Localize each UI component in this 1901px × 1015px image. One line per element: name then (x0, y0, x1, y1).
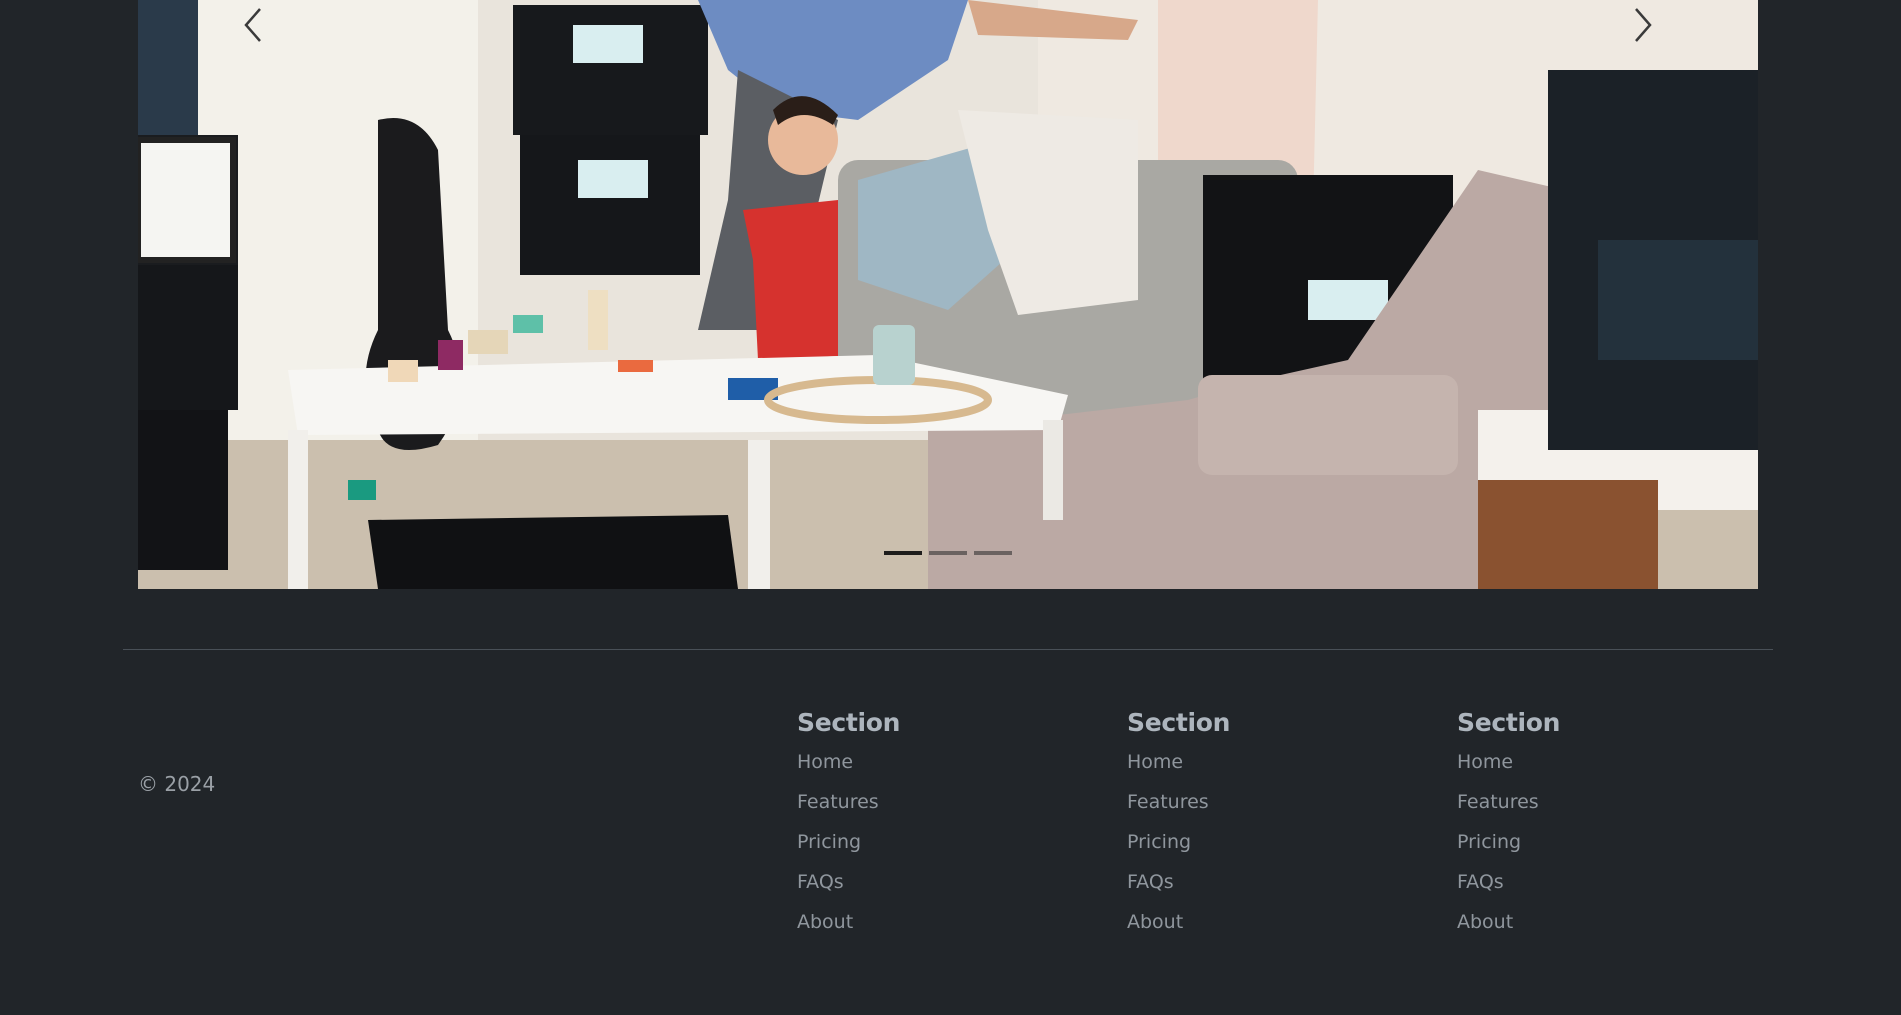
footer-link-home[interactable]: Home (1457, 751, 1513, 773)
footer-link-about[interactable]: About (797, 911, 853, 933)
footer-link-home[interactable]: Home (1127, 751, 1183, 773)
footer-link-features[interactable]: Features (797, 791, 879, 813)
footer-column-1: Section Home Features Pricing FAQs About (797, 708, 1097, 951)
footer-column-heading: Section (797, 708, 901, 737)
chevron-left-icon (244, 8, 261, 42)
copyright-text: © 2024 (138, 772, 216, 796)
footer-link-pricing[interactable]: Pricing (1127, 831, 1191, 853)
footer-column-heading: Section (1127, 708, 1231, 737)
footer-link-features[interactable]: Features (1457, 791, 1539, 813)
footer-link-faqs[interactable]: FAQs (797, 871, 844, 893)
carousel-indicator-3[interactable] (974, 551, 1012, 555)
footer-link-about[interactable]: About (1127, 911, 1183, 933)
carousel-indicator-2[interactable] (929, 551, 967, 555)
carousel-indicator-1[interactable] (884, 551, 922, 555)
footer-link-features[interactable]: Features (1127, 791, 1209, 813)
chevron-right-icon (1635, 8, 1652, 42)
footer-column-2: Section Home Features Pricing FAQs About (1127, 708, 1427, 951)
footer-link-faqs[interactable]: FAQs (1127, 871, 1174, 893)
image-carousel (138, 0, 1758, 589)
footer-link-faqs[interactable]: FAQs (1457, 871, 1504, 893)
carousel-indicators (138, 551, 1758, 555)
footer-link-pricing[interactable]: Pricing (1457, 831, 1521, 853)
footer-column-heading: Section (1457, 708, 1561, 737)
footer-nav-list: Home Features Pricing FAQs About (1127, 751, 1427, 951)
carousel-next-button[interactable] (1588, 0, 1698, 50)
footer-nav-list: Home Features Pricing FAQs About (1457, 751, 1757, 951)
footer-nav-list: Home Features Pricing FAQs About (797, 751, 1097, 951)
carousel-prev-button[interactable] (198, 0, 308, 50)
footer-column-3: Section Home Features Pricing FAQs About (1457, 708, 1757, 951)
footer-divider (123, 649, 1773, 650)
carousel-slide-image (138, 0, 1758, 589)
footer-link-about[interactable]: About (1457, 911, 1513, 933)
footer-link-pricing[interactable]: Pricing (797, 831, 861, 853)
page: © 2024 Section Home Features Pricing FAQ… (0, 0, 1901, 1015)
footer-link-home[interactable]: Home (797, 751, 853, 773)
